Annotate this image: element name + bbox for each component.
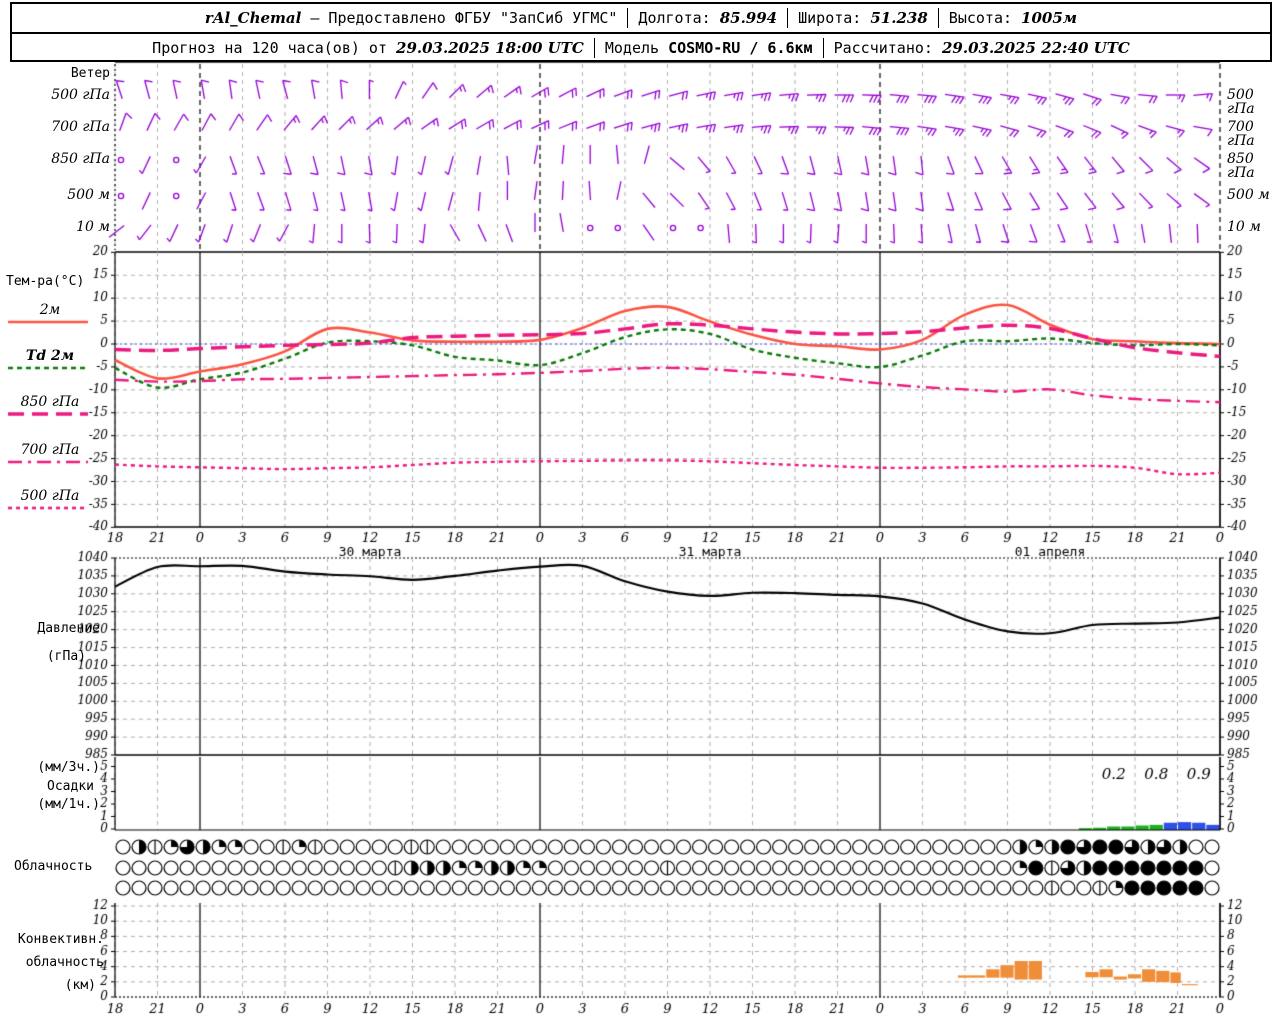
meteogram-canvas xyxy=(0,0,1280,1024)
meteogram-page: rAl_Chemal — Предоставлено ФГБУ "ЗапСиб … xyxy=(0,0,1280,1024)
